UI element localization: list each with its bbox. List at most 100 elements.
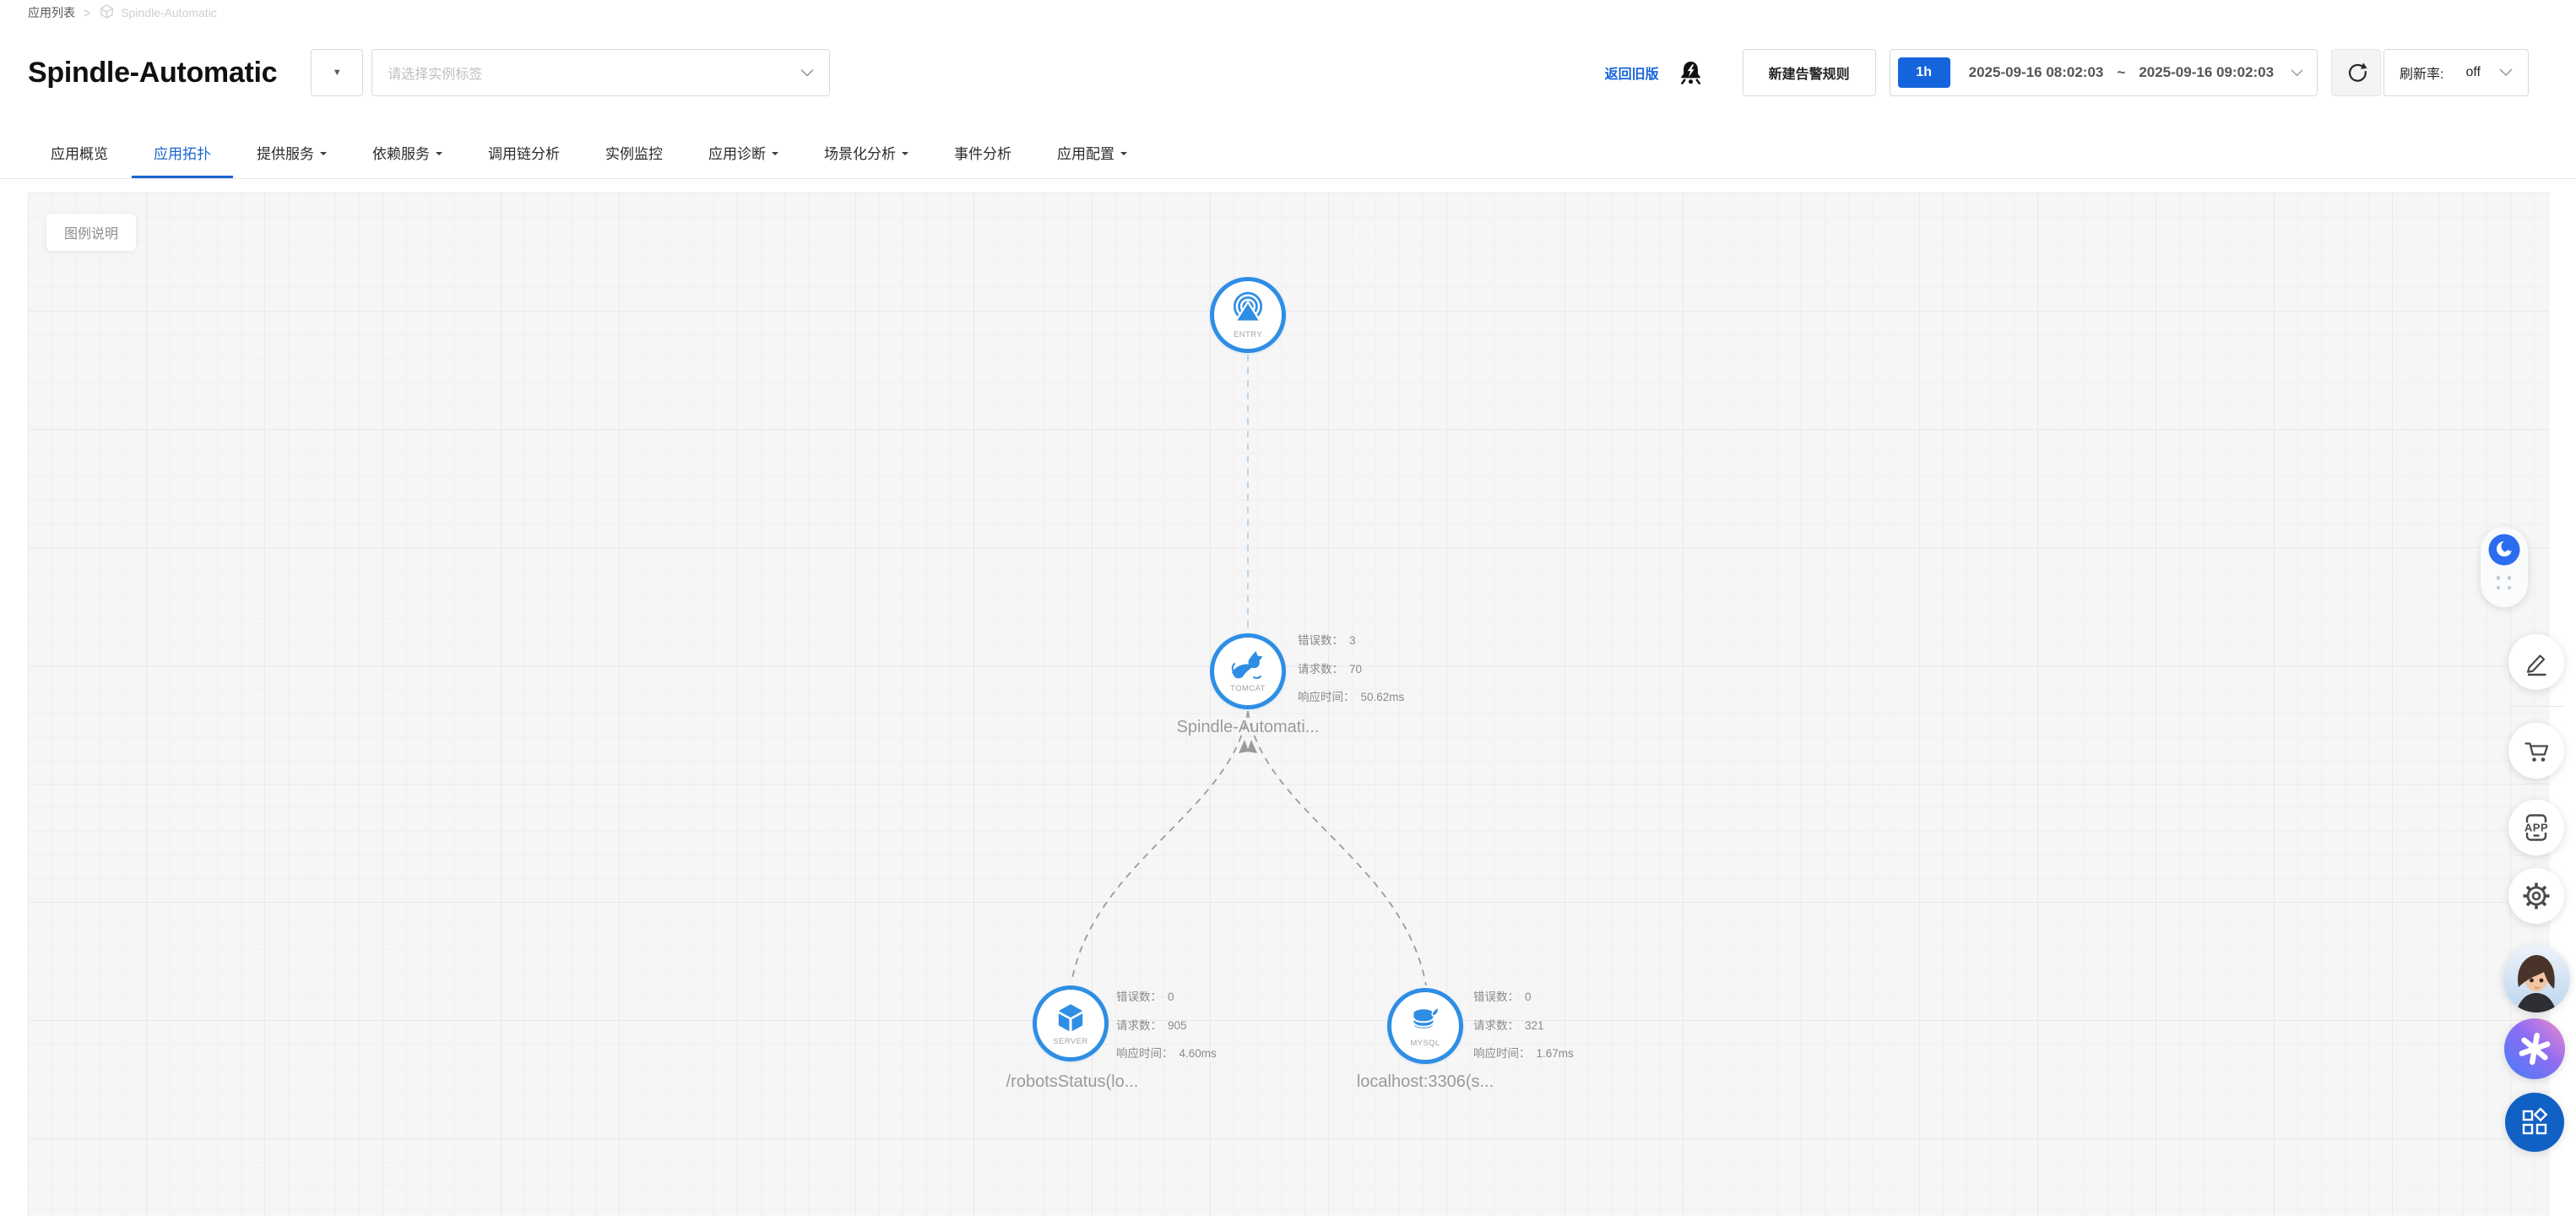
time-range-picker[interactable]: 1h 2025-09-16 08:02:03 ~ 2025-09-16 09:0… bbox=[1890, 49, 2318, 96]
node-type-label: ENTRY bbox=[1234, 330, 1262, 339]
tab-bar-divider bbox=[0, 178, 2576, 179]
gear-icon bbox=[2521, 881, 2552, 911]
avatar-image bbox=[2503, 945, 2570, 1012]
chevron-down-icon bbox=[800, 69, 814, 77]
new-alert-rule-label: 新建告警规则 bbox=[1769, 62, 1850, 83]
tab-label: 调用链分析 bbox=[488, 142, 560, 163]
cart-icon bbox=[2522, 736, 2551, 765]
app-topology-page: 应用列表 > Spindle-Automatic Spindle-Automat… bbox=[0, 0, 2576, 1216]
entry-broadcast-icon bbox=[1228, 290, 1267, 329]
server-cube-icon bbox=[1053, 1001, 1088, 1036]
app-badge-icon: APP bbox=[2520, 812, 2552, 844]
caret-down-icon bbox=[902, 152, 908, 159]
header-row: Spindle-Automatic ▼ 请选择实例标签 返回旧版 新建告警规则 … bbox=[28, 49, 2529, 96]
tab-instance-monitoring[interactable]: 实例监控 bbox=[583, 127, 685, 178]
edit-button[interactable] bbox=[2508, 634, 2564, 690]
chevron-down-icon bbox=[2499, 68, 2513, 77]
stat-response-time: 响应时间：50.62ms bbox=[1298, 683, 1404, 712]
tab-label: 事件分析 bbox=[954, 142, 1011, 163]
tab-label: 应用诊断 bbox=[708, 142, 766, 163]
tab-label: 应用配置 bbox=[1057, 142, 1114, 163]
refresh-rate-select[interactable]: 刷新率: off bbox=[2383, 49, 2529, 96]
drag-handle-dots[interactable] bbox=[2497, 576, 2513, 589]
node-tomcat-stats: 错误数：3 请求数：70 响应时间：50.62ms bbox=[1298, 627, 1404, 712]
back-to-old-version-link[interactable]: 返回旧版 bbox=[1605, 62, 1659, 83]
breadcrumb-separator: > bbox=[84, 4, 90, 20]
ai-star-icon bbox=[2516, 1030, 2553, 1067]
legend-button-label: 图例说明 bbox=[64, 222, 118, 242]
tab-label: 应用概览 bbox=[51, 142, 108, 163]
stat-errors: 错误数：0 bbox=[1116, 983, 1217, 1012]
breadcrumb-current: Spindle-Automatic bbox=[99, 3, 217, 22]
alarm-bell-icon bbox=[1678, 59, 1704, 87]
tomcat-icon bbox=[1228, 649, 1267, 683]
chevron-down-icon bbox=[2291, 69, 2303, 77]
app-button[interactable]: APP bbox=[2508, 800, 2564, 855]
quick-range-badge[interactable]: 1h bbox=[1898, 57, 1950, 88]
tab-label: 应用拓扑 bbox=[154, 142, 211, 163]
tab-event-analysis[interactable]: 事件分析 bbox=[932, 127, 1033, 178]
instance-tag-placeholder: 请选择实例标签 bbox=[388, 62, 482, 83]
tab-provided-services[interactable]: 提供服务 bbox=[235, 127, 349, 178]
breadcrumb: 应用列表 > Spindle-Automatic bbox=[28, 2, 217, 24]
stat-requests: 请求数：70 bbox=[1298, 655, 1404, 684]
tab-label: 依赖服务 bbox=[372, 142, 430, 163]
refresh-rate-label: 刷新率: bbox=[2400, 62, 2443, 83]
page-title: Spindle-Automatic bbox=[28, 57, 277, 90]
mysql-database-icon bbox=[1407, 1004, 1443, 1038]
node-type-label: SERVER bbox=[1053, 1037, 1087, 1046]
stat-response-time: 响应时间：1.67ms bbox=[1473, 1040, 1574, 1068]
refresh-rate-value: off bbox=[2466, 65, 2481, 80]
alert-bell-button[interactable] bbox=[1678, 59, 1704, 87]
node-tomcat[interactable]: TOMCAT bbox=[1210, 633, 1286, 709]
node-entry[interactable]: ENTRY bbox=[1210, 277, 1286, 353]
node-tomcat-name: Spindle-Automati... bbox=[1071, 718, 1425, 737]
instance-tag-select[interactable]: 请选择实例标签 bbox=[371, 49, 830, 96]
tab-app-config[interactable]: 应用配置 bbox=[1035, 127, 1149, 178]
avatar[interactable] bbox=[2503, 945, 2570, 1012]
tab-dependent-services[interactable]: 依赖服务 bbox=[350, 127, 464, 178]
chat-assistant-widget[interactable] bbox=[2481, 527, 2528, 607]
caret-down-icon bbox=[320, 152, 327, 159]
breadcrumb-app-list-link[interactable]: 应用列表 bbox=[28, 4, 75, 21]
tab-label: 场景化分析 bbox=[824, 142, 896, 163]
topology-edges bbox=[28, 193, 2550, 1216]
node-mysql[interactable]: MYSQL bbox=[1387, 988, 1463, 1064]
new-alert-rule-button[interactable]: 新建告警规则 bbox=[1743, 49, 1876, 96]
tab-app-topology[interactable]: 应用拓扑 bbox=[132, 127, 233, 178]
refresh-icon bbox=[2344, 60, 2369, 85]
node-server-stats: 错误数：0 请求数：905 响应时间：4.60ms bbox=[1116, 983, 1217, 1068]
tab-app-overview[interactable]: 应用概览 bbox=[29, 127, 130, 178]
stat-errors: 错误数：3 bbox=[1298, 627, 1404, 655]
node-type-label: MYSQL bbox=[1410, 1039, 1440, 1048]
node-server[interactable]: SERVER bbox=[1033, 985, 1109, 1061]
stat-requests: 请求数：905 bbox=[1116, 1012, 1217, 1040]
tab-app-diagnosis[interactable]: 应用诊断 bbox=[686, 127, 800, 178]
cart-button[interactable] bbox=[2508, 723, 2564, 779]
node-server-name: /robotsStatus(lo... bbox=[895, 1072, 1250, 1092]
tab-scenario-analysis[interactable]: 场景化分析 bbox=[802, 127, 930, 178]
time-range-end: 2025-09-16 09:02:03 bbox=[2139, 64, 2274, 81]
tab-trace-analysis[interactable]: 调用链分析 bbox=[466, 127, 582, 178]
app-package-icon bbox=[99, 3, 115, 22]
caret-down-icon: ▼ bbox=[333, 68, 342, 78]
refresh-button[interactable] bbox=[2331, 49, 2381, 96]
legend-button[interactable]: 图例说明 bbox=[46, 214, 136, 251]
tab-label: 提供服务 bbox=[257, 142, 314, 163]
topology-canvas[interactable]: 图例说明 ENTRY TOMCAT bbox=[28, 193, 2550, 1216]
caret-down-icon bbox=[1120, 152, 1127, 159]
tab-label: 实例监控 bbox=[605, 142, 663, 163]
app-center-button[interactable] bbox=[2505, 1093, 2564, 1152]
app-grid-icon bbox=[2518, 1105, 2552, 1139]
tab-bar: 应用概览 应用拓扑 提供服务 依赖服务 调用链分析 实例监控 应用诊断 场景化分… bbox=[29, 127, 1149, 178]
pencil-icon bbox=[2522, 648, 2551, 676]
stat-errors: 错误数：0 bbox=[1473, 983, 1574, 1012]
stat-requests: 请求数：321 bbox=[1473, 1012, 1574, 1040]
caret-down-icon bbox=[772, 152, 778, 159]
settings-button[interactable] bbox=[2508, 868, 2564, 924]
node-type-label: TOMCAT bbox=[1230, 684, 1266, 693]
title-dropdown-button[interactable]: ▼ bbox=[311, 49, 363, 96]
ai-assistant-button[interactable] bbox=[2504, 1018, 2565, 1079]
caret-down-icon bbox=[436, 152, 442, 159]
stat-response-time: 响应时间：4.60ms bbox=[1116, 1040, 1217, 1068]
